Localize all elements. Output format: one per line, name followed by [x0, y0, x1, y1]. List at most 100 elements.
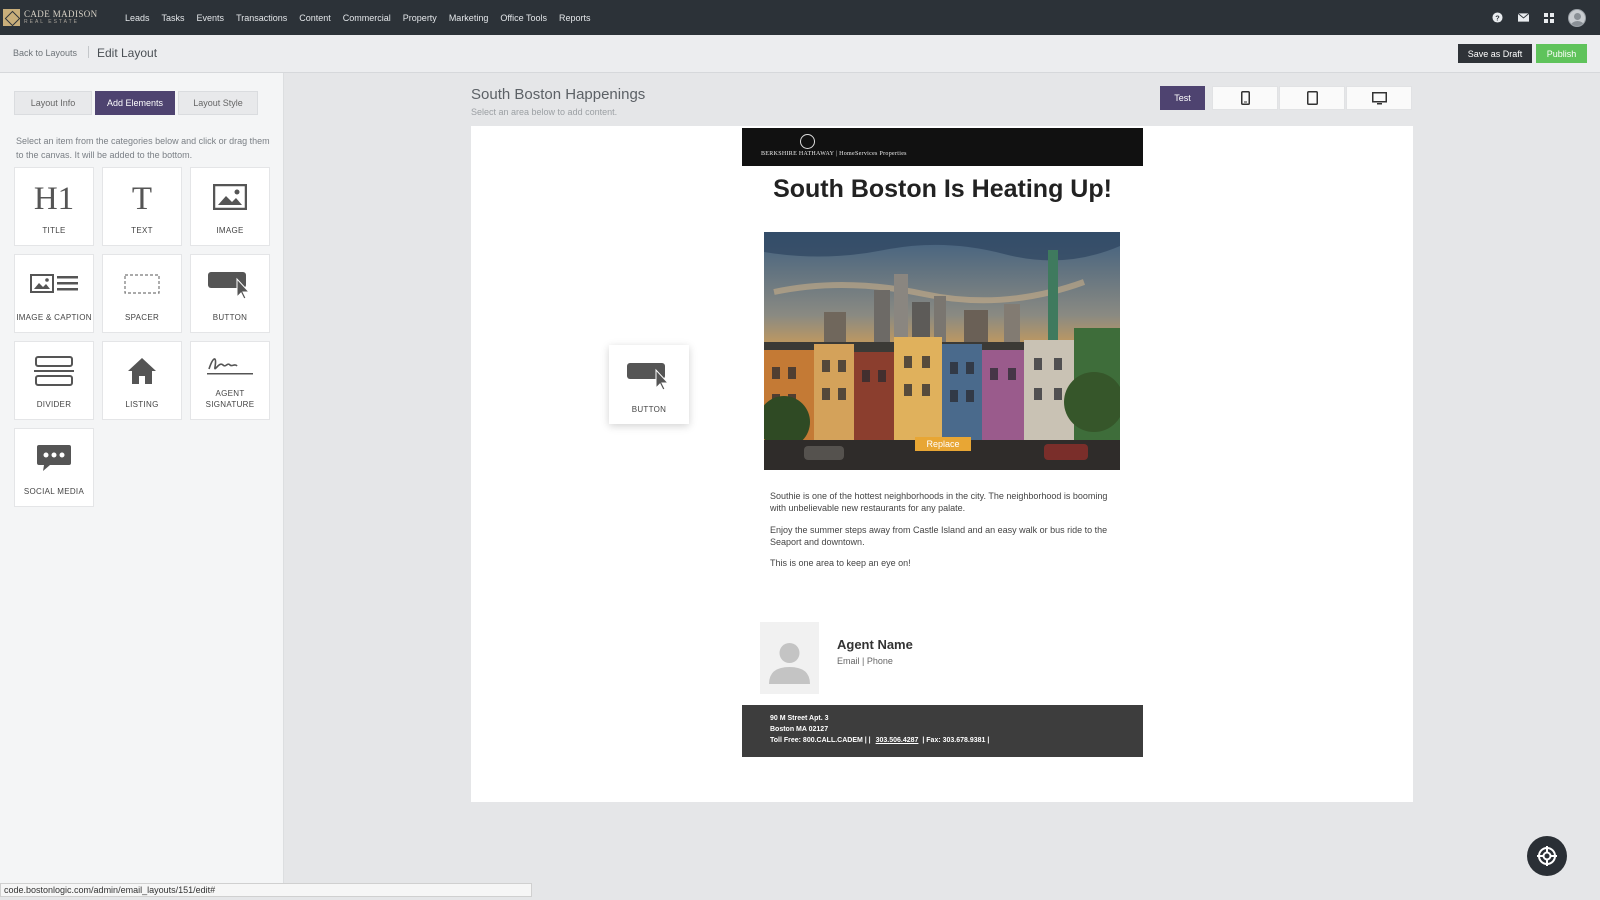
element-label: DIVIDER	[36, 400, 72, 409]
phone-icon	[1240, 91, 1250, 105]
tab-add-elements[interactable]: Add Elements	[95, 91, 175, 115]
hero-image[interactable]: Replace	[764, 232, 1120, 470]
person-icon	[769, 643, 810, 684]
element-divider[interactable]: DIVIDER	[14, 341, 94, 420]
element-label: IMAGE	[216, 226, 244, 235]
element-label: TITLE	[42, 226, 66, 235]
element-title[interactable]: H1 TITLE	[14, 167, 94, 246]
header-divider	[88, 46, 89, 58]
support-button[interactable]	[1527, 836, 1567, 876]
nav-item-transactions[interactable]: Transactions	[230, 13, 293, 23]
nav-item-leads[interactable]: Leads	[119, 13, 156, 23]
nav-item-tasks[interactable]: Tasks	[156, 13, 191, 23]
element-label: LISTING	[125, 400, 159, 409]
user-avatar[interactable]	[1568, 8, 1586, 27]
footer-address-line1: 90 M Street Apt. 3	[770, 715, 829, 722]
agent-contact[interactable]: Email | Phone	[837, 656, 893, 666]
image-icon	[213, 168, 247, 225]
elements-panel: Layout Info Add Elements Layout Style Se…	[0, 73, 284, 883]
replace-image-button[interactable]: Replace	[915, 437, 971, 451]
mail-icon[interactable]	[1510, 0, 1536, 35]
canvas-hint: Select an area below to add content.	[471, 107, 618, 117]
email-paragraph[interactable]: This is one area to keep an eye on!	[770, 557, 1116, 569]
tablet-preview-button[interactable]	[1279, 86, 1345, 110]
button-icon	[626, 345, 672, 404]
footer-tollfree: Toll Free: 800.CALL.CADEM | |	[770, 737, 871, 744]
element-image[interactable]: IMAGE	[190, 167, 270, 246]
text-icon: T	[127, 168, 157, 225]
logo-mark-icon	[3, 9, 20, 26]
element-label: SPACER	[124, 313, 160, 322]
panel-instructions: Select an item from the categories below…	[16, 136, 270, 160]
element-label: IMAGE & CAPTION	[16, 313, 92, 322]
element-button[interactable]: BUTTON	[190, 254, 270, 333]
footer-contact-line: Toll Free: 800.CALL.CADEM | | 303.506.42…	[770, 737, 989, 744]
tab-layout-info[interactable]: Layout Info	[14, 91, 92, 115]
footer-address-line2: Boston MA 02127	[770, 726, 829, 733]
brand-name: CADE MADISON	[24, 9, 98, 19]
apps-grid-icon[interactable]	[1536, 0, 1562, 35]
element-label: TEXT	[131, 226, 153, 235]
svg-text:?: ?	[1495, 13, 1500, 22]
seal-icon	[800, 134, 815, 149]
phone-preview-button[interactable]	[1212, 86, 1278, 110]
desktop-preview-button[interactable]	[1346, 86, 1412, 110]
lifebuoy-icon	[1537, 846, 1557, 866]
test-button[interactable]: Test	[1160, 86, 1205, 110]
element-spacer[interactable]: SPACER	[102, 254, 182, 333]
browser-status-url: code.bostonlogic.com/admin/email_layouts…	[0, 883, 532, 897]
nav-item-reports[interactable]: Reports	[553, 13, 597, 23]
brand-subtitle: REAL ESTATE	[24, 19, 79, 25]
nav-item-commercial[interactable]: Commercial	[337, 13, 397, 23]
top-navigation-bar: CADE MADISON REAL ESTATE Leads Tasks Eve…	[0, 0, 1600, 35]
agent-name[interactable]: Agent Name	[837, 637, 913, 652]
tab-layout-style[interactable]: Layout Style	[178, 91, 258, 115]
layout-editor-header: Back to Layouts Edit Layout Save as Draf…	[0, 35, 1600, 73]
back-to-layouts-link[interactable]: Back to Layouts	[13, 48, 77, 58]
agent-photo[interactable]	[760, 622, 819, 694]
header-logo-text: BERKSHIRE HATHAWAY | HomeServices Proper…	[761, 151, 907, 157]
nav-item-content[interactable]: Content	[293, 13, 337, 23]
svg-text:H1: H1	[34, 181, 74, 214]
divider-icon	[34, 342, 74, 399]
chat-icon	[36, 429, 72, 486]
email-header-logo[interactable]: BERKSHIRE HATHAWAY | HomeServices Proper…	[742, 128, 1143, 166]
element-social-media[interactable]: SOCIAL MEDIA	[14, 428, 94, 507]
main-menu: Leads Tasks Events Transactions Content …	[119, 13, 597, 23]
title-icon: H1	[31, 168, 77, 225]
spacer-icon	[124, 255, 160, 312]
panel-tabs: Layout Info Add Elements Layout Style	[14, 91, 261, 115]
nav-item-marketing[interactable]: Marketing	[443, 13, 495, 23]
element-listing[interactable]: LISTING	[102, 341, 182, 420]
drag-card-label: BUTTON	[631, 405, 667, 414]
brand-logo[interactable]: CADE MADISON REAL ESTATE	[3, 3, 109, 33]
email-paragraph[interactable]: Southie is one of the hottest neighborho…	[770, 490, 1116, 514]
email-footer[interactable]: 90 M Street Apt. 3 Boston MA 02127 Toll …	[742, 705, 1143, 757]
nav-item-property[interactable]: Property	[397, 13, 443, 23]
publish-button[interactable]: Publish	[1536, 44, 1587, 63]
house-icon	[127, 342, 157, 399]
email-headline[interactable]: South Boston Is Heating Up!	[742, 175, 1143, 204]
dragging-button-element[interactable]: BUTTON	[609, 345, 689, 424]
element-tiles: H1 TITLE T TEXT IMAGE IMAGE & CAPTION SP…	[14, 167, 270, 507]
email-paragraph[interactable]: Enjoy the summer steps away from Castle …	[770, 524, 1116, 548]
desktop-icon	[1371, 91, 1387, 104]
footer-phone-link[interactable]: 303.506.4287	[876, 737, 919, 744]
element-text[interactable]: T TEXT	[102, 167, 182, 246]
nav-item-events[interactable]: Events	[191, 13, 231, 23]
button-icon	[207, 255, 253, 312]
nav-item-office-tools[interactable]: Office Tools	[494, 13, 553, 23]
element-label: AGENT SIGNATURE	[205, 389, 255, 409]
boston-skyline-photo	[764, 232, 1120, 470]
element-label: BUTTON	[212, 313, 248, 322]
page-title: Edit Layout	[97, 46, 158, 60]
layout-name: South Boston Happenings	[471, 86, 646, 103]
save-as-draft-button[interactable]: Save as Draft	[1458, 44, 1532, 63]
signature-icon	[205, 342, 255, 388]
svg-text:T: T	[132, 181, 152, 214]
element-agent-signature[interactable]: AGENT SIGNATURE	[190, 341, 270, 420]
help-icon[interactable]: ?	[1484, 0, 1510, 35]
tablet-icon	[1306, 91, 1318, 105]
footer-fax: | Fax: 303.678.9381 |	[922, 737, 990, 744]
element-image-caption[interactable]: IMAGE & CAPTION	[14, 254, 94, 333]
